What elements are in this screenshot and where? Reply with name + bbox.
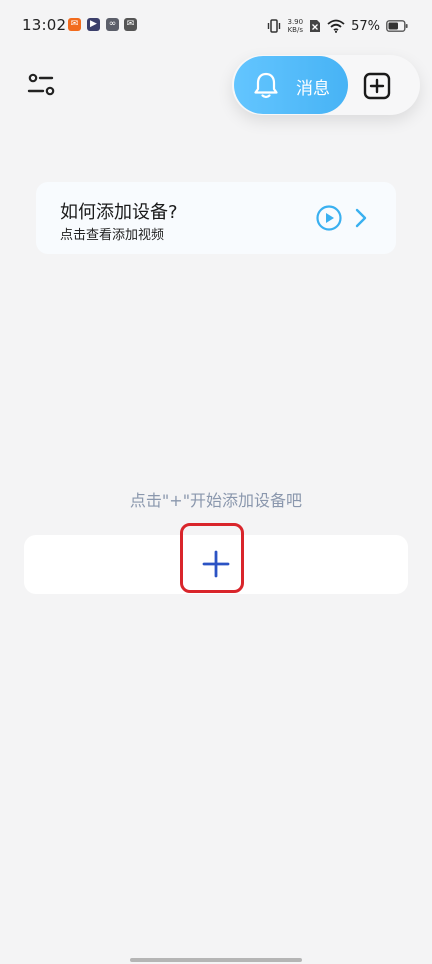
- chevron-right-icon: [355, 208, 367, 228]
- help-title: 如何添加设备?: [60, 202, 178, 223]
- notification-app-icon: ✉: [68, 18, 81, 31]
- net-speed-unit: KB/s: [287, 26, 303, 34]
- how-to-add-card[interactable]: 如何添加设备? 点击查看添加视频: [36, 182, 396, 254]
- messages-button[interactable]: 消息: [234, 56, 348, 114]
- empty-hint: 点击"+"开始添加设备吧: [129, 491, 303, 510]
- bell-icon: [254, 72, 278, 99]
- filter-button[interactable]: [24, 68, 60, 104]
- status-time: 13:02: [22, 16, 67, 34]
- battery-icon: [386, 20, 408, 32]
- help-subtitle: 点击查看添加视频: [60, 228, 165, 243]
- add-square-icon: [363, 72, 391, 100]
- vibrate-icon: [267, 19, 280, 33]
- filter-icon: [27, 73, 55, 96]
- add-device-top-button[interactable]: [362, 71, 392, 101]
- link-app-icon: ∞: [106, 18, 119, 31]
- play-app-icon: ▶: [87, 18, 100, 31]
- mail-app-icon: ✉: [124, 18, 137, 31]
- play-video-icon: [316, 205, 342, 231]
- net-speed-value: 3.90: [287, 18, 304, 26]
- home-indicator[interactable]: [130, 958, 302, 962]
- status-right: 3.90 KB/s 57%: [266, 14, 409, 38]
- status-bar: 13:02 ✉ ▶ ∞ ✉ 3.90 KB/s 57%: [0, 0, 432, 52]
- battery-percent: 57%: [351, 18, 380, 34]
- net-speed: 3.90 KB/s: [288, 18, 304, 34]
- add-device-card[interactable]: [24, 535, 408, 594]
- plus-icon: [202, 550, 230, 578]
- wifi-icon: [327, 19, 345, 33]
- no-sim-icon: [310, 20, 321, 32]
- messages-label: 消息: [296, 79, 330, 99]
